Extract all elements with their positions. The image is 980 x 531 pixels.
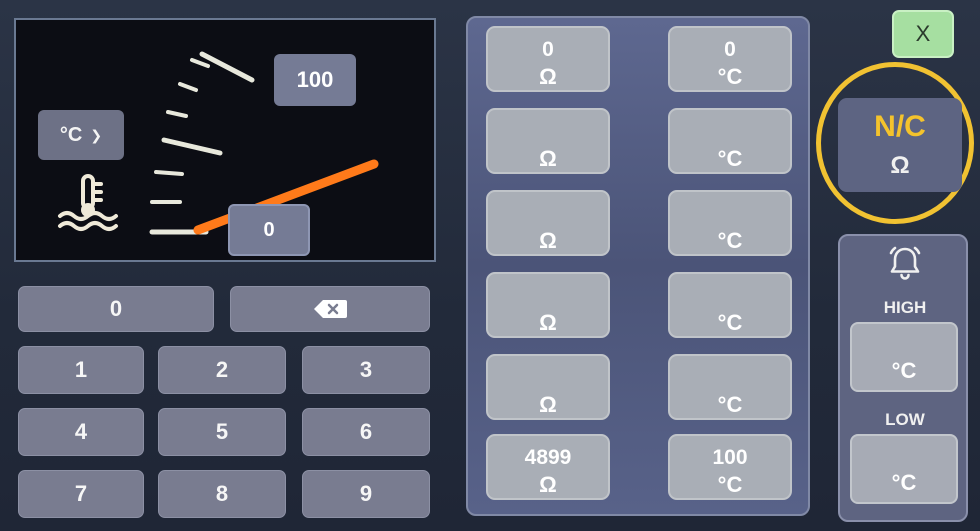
- temperature-cell[interactable]: 100 °C: [668, 434, 792, 500]
- temperature-cell-unit: °C: [717, 145, 743, 171]
- resistance-cell-unit: Ω: [539, 391, 557, 417]
- temperature-cell-value: 0: [724, 37, 736, 61]
- unit-dropdown[interactable]: °C ❯: [38, 110, 124, 160]
- temperature-cell-unit: °C: [717, 471, 743, 497]
- gauge-tick: [166, 110, 188, 118]
- resistance-unit: Ω: [890, 152, 910, 179]
- high-label: HIGH: [883, 298, 927, 317]
- low-unit: °C: [891, 470, 917, 495]
- alarm-panel: HIGH °C LOW °C: [838, 234, 968, 522]
- close-button[interactable]: X: [892, 10, 954, 58]
- gauge-tick: [154, 170, 184, 176]
- gauge-tick: [161, 137, 223, 156]
- resistance-cell-unit: Ω: [539, 63, 557, 89]
- gauge-min-value[interactable]: 0: [228, 204, 310, 256]
- backspace-button[interactable]: [230, 286, 430, 332]
- keypad-display[interactable]: 0: [18, 286, 214, 332]
- key-9[interactable]: 9: [302, 470, 430, 518]
- bell-icon: [889, 246, 921, 280]
- temperature-cell-unit: °C: [717, 227, 743, 253]
- temperature-cell-unit: °C: [717, 63, 743, 89]
- resistance-cell-unit: Ω: [539, 471, 557, 497]
- temperature-cell-unit: °C: [717, 391, 743, 417]
- low-label: LOW: [885, 410, 925, 429]
- chevron-down-icon: ❯: [90, 126, 103, 143]
- resistance-cell[interactable]: Ω: [486, 190, 610, 256]
- backspace-icon: [314, 300, 347, 318]
- gauge-tick: [178, 82, 198, 92]
- key-4[interactable]: 4: [18, 408, 144, 456]
- temperature-cell-unit: °C: [717, 309, 743, 335]
- key-7[interactable]: 7: [18, 470, 144, 518]
- resistance-cell-unit: Ω: [539, 227, 557, 253]
- resistance-cell[interactable]: 4899 Ω: [486, 434, 610, 500]
- key-8[interactable]: 8: [158, 470, 286, 518]
- coolant-temperature-icon: [58, 174, 118, 231]
- resistance-cell-unit: Ω: [539, 145, 557, 171]
- resistance-cell-value: 4899: [524, 445, 572, 469]
- gauge-tick: [190, 58, 210, 68]
- temperature-cell-value: 100: [712, 445, 748, 469]
- key-2[interactable]: 2: [158, 346, 286, 394]
- low-threshold-field[interactable]: °C: [850, 434, 958, 504]
- resistance-cell[interactable]: Ω: [486, 108, 610, 174]
- temperature-cell[interactable]: °C: [668, 272, 792, 338]
- key-5[interactable]: 5: [158, 408, 286, 456]
- resistance-cell-unit: Ω: [539, 309, 557, 335]
- resistance-cell[interactable]: 0Ω: [486, 26, 610, 92]
- temperature-cell[interactable]: °C: [668, 354, 792, 420]
- key-1[interactable]: 1: [18, 346, 144, 394]
- gauge-max-value[interactable]: 100: [274, 54, 356, 106]
- temperature-cell[interactable]: °C: [668, 108, 792, 174]
- key-6[interactable]: 6: [302, 408, 430, 456]
- key-3[interactable]: 3: [302, 346, 430, 394]
- temperature-cell[interactable]: 0 °C: [668, 26, 792, 92]
- resistance-cell[interactable]: Ω: [486, 272, 610, 338]
- resistance-value: N/C: [874, 110, 926, 143]
- temperature-cell[interactable]: °C: [668, 190, 792, 256]
- resistance-button[interactable]: N/C Ω: [838, 98, 962, 192]
- resistance-cell-value: 0: [542, 37, 554, 61]
- gauge-panel: °C ❯ 100 0: [14, 18, 436, 262]
- high-unit: °C: [891, 358, 917, 383]
- unit-dropdown-label: °C: [59, 123, 83, 146]
- high-threshold-field[interactable]: °C: [850, 322, 958, 392]
- resistance-cell[interactable]: Ω: [486, 354, 610, 420]
